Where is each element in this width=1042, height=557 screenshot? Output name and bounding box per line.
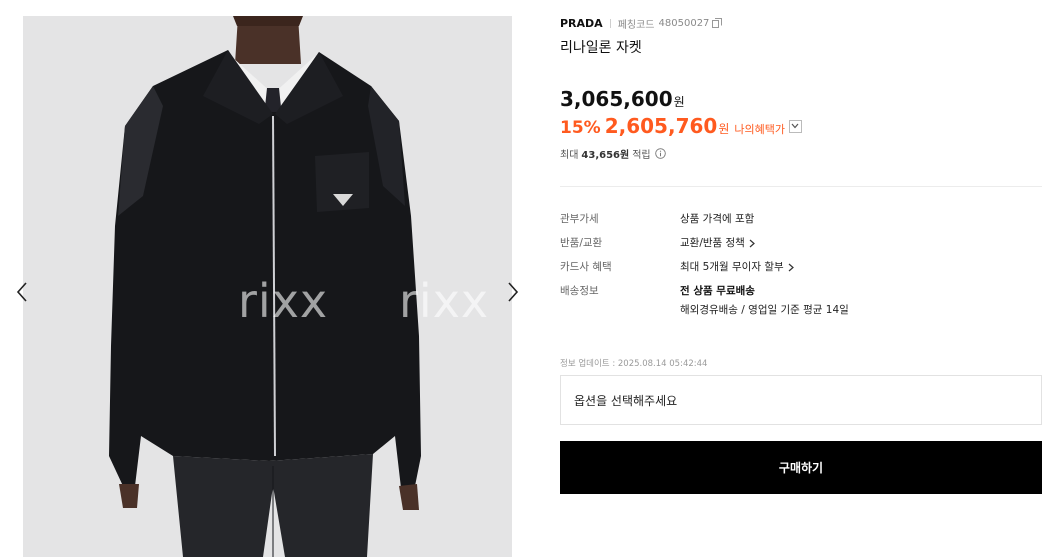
points-suffix: 적립 [632,150,651,161]
my-benefit-label[interactable]: 나의혜택가 [734,121,785,137]
product-title: 리나일론 자켓 [560,40,642,56]
detail-value: 상품 가격에 포함 [680,213,755,225]
gallery-prev-button[interactable] [12,276,32,308]
gallery-next-button[interactable] [503,276,523,308]
detail-label: 반품/교환 [560,237,603,249]
sale-price-row: 15% 2,605,760 원 나의혜택가 [560,114,802,138]
chevron-down-icon [792,123,799,129]
divider [609,18,611,28]
price-value: 3,065,600 [560,87,673,111]
points-prefix: 최대 [560,150,579,161]
brand-link[interactable]: PRADA [560,17,603,30]
copy-icon[interactable] [712,18,723,28]
brand-row: PRADA 페칭코드 48050027 [560,16,723,31]
shipping-sub-text: 해외경유배송 / 영업일 기준 평균 14일 [680,304,849,316]
watermark-text: rixx [238,274,329,328]
price-unit: 원 [673,95,685,109]
detail-label: 배송정보 [560,285,599,297]
shipping-free-text: 전 상품 무료배송 [680,285,755,297]
product-page: rixx rixx PRADA 페칭코드 48050027 리나일론 자켓 3,… [0,0,1042,557]
watermark-text: rixx [399,274,490,328]
return-policy-link[interactable]: 교환/반품 정책 [680,236,755,251]
points-row: 최대 43,656원 적립 [560,146,666,161]
chevron-right-icon [788,263,794,272]
chevron-right-icon [749,239,755,248]
detail-label: 카드사 혜택 [560,261,612,273]
chevron-right-icon [508,282,519,302]
shipping-info: 전 상품 무료배송 해외경유배송 / 영업일 기준 평균 14일 [680,284,849,318]
sale-price-value: 2,605,760 [604,114,718,138]
product-image-gallery[interactable]: rixx rixx [23,16,512,557]
section-divider [560,186,1042,187]
product-code-label: 페칭코드 [617,19,655,31]
info-updated-timestamp: 정보 업데이트 : 2025.08.14 05:42:44 [560,359,708,369]
detail-row-return: 반품/교환 교환/반품 정책 [560,236,755,251]
return-policy-text: 교환/반품 정책 [680,237,745,249]
card-benefit-text: 최대 5개월 무이자 할부 [680,261,784,273]
discount-percent: 15% [560,118,601,138]
benefit-toggle-button[interactable] [788,119,802,133]
option-select[interactable]: 옵션을 선택해주세요 [560,375,1042,425]
detail-row-shipping: 배송정보 전 상품 무료배송 해외경유배송 / 영업일 기준 평균 14일 [560,284,849,318]
product-code-value: 48050027 [658,17,710,29]
info-icon[interactable] [654,148,666,159]
detail-label: 관부가세 [560,213,599,225]
detail-row-duty: 관부가세 상품 가격에 포함 [560,212,754,227]
chevron-left-icon [16,282,27,302]
card-benefit-link[interactable]: 최대 5개월 무이자 할부 [680,260,794,275]
sale-price-unit: 원 [718,122,730,136]
buy-button[interactable]: 구매하기 [560,441,1042,494]
detail-row-card: 카드사 혜택 최대 5개월 무이자 할부 [560,260,794,275]
points-value: 43,656원 [581,150,630,161]
original-price: 3,065,600 원 [560,87,685,111]
